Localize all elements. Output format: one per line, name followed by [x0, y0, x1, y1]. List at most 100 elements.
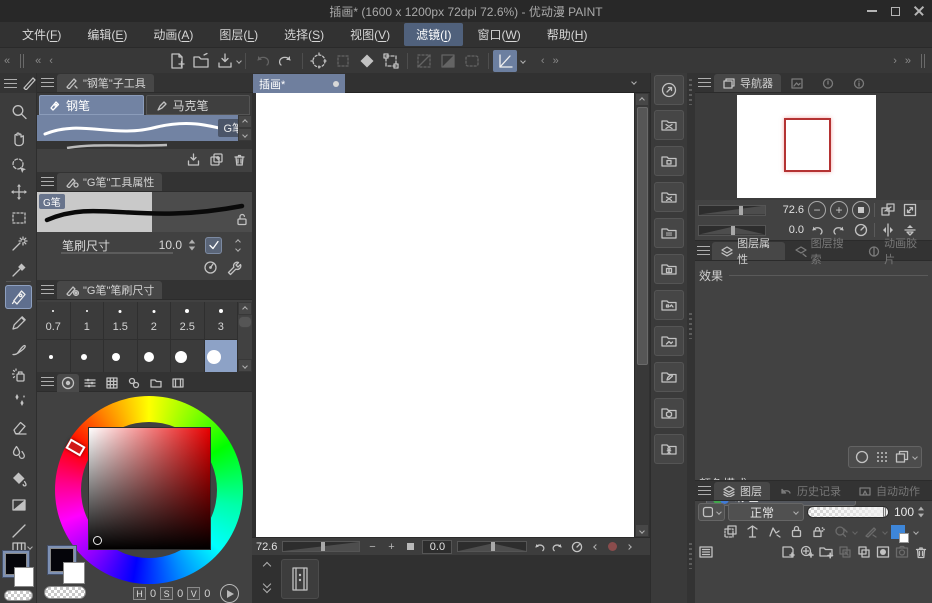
canvas-scroll-thumb[interactable] — [637, 107, 648, 365]
new-layer-dialog-icon[interactable] — [798, 543, 816, 561]
navigator-zoom-out[interactable]: − — [808, 201, 826, 219]
save-button[interactable] — [213, 50, 237, 72]
animation-cel-button[interactable] — [281, 559, 319, 599]
tab-color-wheel[interactable] — [57, 374, 79, 392]
next-cel-icon2[interactable] — [263, 585, 271, 593]
material-download-icon[interactable] — [654, 146, 684, 176]
gradient-tool[interactable] — [5, 493, 32, 517]
brush-size-cell[interactable] — [37, 340, 70, 373]
new-file-button[interactable] — [165, 50, 189, 72]
undo-button[interactable] — [250, 50, 274, 72]
ruler-icon[interactable] — [861, 523, 879, 541]
canvas-prev-view[interactable] — [589, 540, 603, 554]
tab-layer-search[interactable]: 图层搜索 — [786, 242, 859, 260]
canvas-tab-list-icon[interactable] — [631, 79, 637, 85]
material-all-icon[interactable] — [654, 110, 684, 140]
right-more-icon[interactable]: » — [901, 55, 915, 67]
material-color-pattern-icon[interactable] — [654, 182, 684, 212]
pen-tool[interactable] — [5, 285, 32, 309]
apply-mask-icon[interactable] — [893, 543, 911, 561]
color-mixing-button[interactable] — [220, 584, 239, 603]
fill-selection-button[interactable] — [436, 50, 460, 72]
size-step-up[interactable] — [189, 240, 195, 244]
lock-layer-icon[interactable] — [787, 523, 805, 541]
eyedropper-tool[interactable] — [5, 258, 32, 282]
brush-size-panel-tab[interactable]: "G笔"笔刷尺寸 — [57, 281, 162, 299]
brush-size-cell[interactable] — [104, 340, 137, 373]
navigator-view-frame[interactable] — [784, 118, 831, 172]
tab-information[interactable] — [844, 74, 874, 92]
eraser-tool[interactable] — [5, 415, 32, 439]
subtool-scroll-down[interactable] — [238, 128, 252, 141]
open-file-button[interactable] — [189, 50, 213, 72]
selection-tool[interactable] — [5, 206, 32, 230]
effect-tone-icon[interactable] — [873, 448, 891, 466]
tab-item-bank[interactable] — [813, 74, 843, 92]
canvas-next-view[interactable] — [622, 540, 636, 554]
subtool-item-partial[interactable] — [37, 141, 252, 149]
subtool-panel-tab[interactable]: "钢笔"子工具 — [57, 74, 154, 92]
create-layer-mask-icon[interactable] — [874, 543, 892, 561]
transparent-color-swatch[interactable] — [4, 590, 33, 601]
layer-color-dropdown-icon[interactable] — [913, 529, 919, 535]
canvas-zoom-value[interactable]: 72.6 — [256, 541, 277, 553]
draft-layer-icon[interactable] — [765, 523, 783, 541]
invert-selection-button[interactable] — [355, 50, 379, 72]
snap-dropdown-icon[interactable] — [520, 58, 526, 64]
effect-border-icon[interactable] — [853, 448, 871, 466]
navigator-tab[interactable]: 导航器 — [714, 74, 781, 92]
opacity-value[interactable]: 100 — [892, 505, 914, 519]
airbrush-tool[interactable] — [5, 363, 32, 387]
transfer-to-lower-icon[interactable] — [836, 543, 854, 561]
layer-property-tab[interactable]: 图层属性 — [712, 242, 785, 260]
tab-subview[interactable] — [782, 74, 812, 92]
duplicate-subtool-icon[interactable] — [208, 151, 225, 168]
menu-file[interactable]: 文件(F) — [10, 23, 73, 46]
scale-rotate-button[interactable] — [379, 50, 403, 72]
pencil-tool[interactable] — [5, 311, 32, 335]
effect-dropdown-icon[interactable] — [912, 454, 918, 460]
menu-view[interactable]: 视图(V) — [338, 23, 402, 46]
brush-size-cell[interactable] — [138, 340, 171, 373]
tab-history[interactable]: 历史记录 — [771, 482, 849, 500]
size-panel-up[interactable] — [235, 239, 241, 245]
material-edit-icon[interactable] — [654, 362, 684, 392]
redo-button[interactable] — [274, 50, 298, 72]
prev-cel-icon[interactable] — [263, 562, 271, 570]
navigator-zoom-slider[interactable] — [698, 205, 766, 216]
material-3d-icon[interactable] — [654, 398, 684, 428]
zoom-tool[interactable] — [5, 100, 32, 124]
new-layer-folder-icon[interactable] — [817, 543, 835, 561]
subtool-scroll-up[interactable] — [238, 115, 252, 128]
canvas-surface[interactable] — [256, 93, 634, 537]
register-subtool-icon[interactable] — [185, 151, 202, 168]
canvas-reset-rotation[interactable] — [570, 540, 584, 554]
brush-size-cell[interactable]: 2 — [138, 302, 171, 339]
navigator-zoom-100[interactable] — [852, 201, 870, 219]
brush-size-cell-selected[interactable] — [205, 340, 238, 373]
brush-size-scrollbar[interactable] — [238, 302, 252, 372]
right-scroll-icon[interactable]: › — [889, 55, 901, 67]
ruler-dropdown-icon[interactable] — [882, 529, 888, 535]
subtool-group-tab-pen[interactable]: 钢笔 — [39, 95, 144, 115]
dock-splitter[interactable] — [687, 73, 695, 603]
minimize-button[interactable] — [867, 10, 877, 12]
blend-mode-dropdown[interactable]: 正常 — [728, 503, 804, 521]
new-raster-layer-icon[interactable] — [779, 543, 797, 561]
navigator-reset-rotation[interactable] — [852, 221, 870, 239]
lock-transparent-pixels-icon[interactable] — [809, 523, 827, 541]
subtool-group-tab-marker[interactable]: 马克笔 — [146, 95, 251, 115]
canvas-scroll-up[interactable] — [635, 93, 649, 106]
tab-auto-action[interactable]: 自动动作 — [850, 482, 928, 500]
material-manga-icon[interactable] — [654, 254, 684, 284]
size-step-down[interactable] — [189, 247, 195, 251]
navigator-preview[interactable] — [695, 93, 932, 200]
cmdbar-scroll-more-icon[interactable]: » — [549, 55, 563, 67]
brush-size-cell[interactable]: 1 — [71, 302, 104, 339]
navigator-fullscreen[interactable] — [901, 201, 919, 219]
menu-select[interactable]: 选择(S) — [272, 23, 336, 46]
tool-property-menu-icon[interactable] — [41, 177, 54, 186]
draft-dropdown-icon[interactable] — [852, 529, 858, 535]
scroll-left-icon[interactable]: ‹ — [45, 55, 57, 67]
canvas-scroll-down[interactable] — [635, 524, 649, 537]
